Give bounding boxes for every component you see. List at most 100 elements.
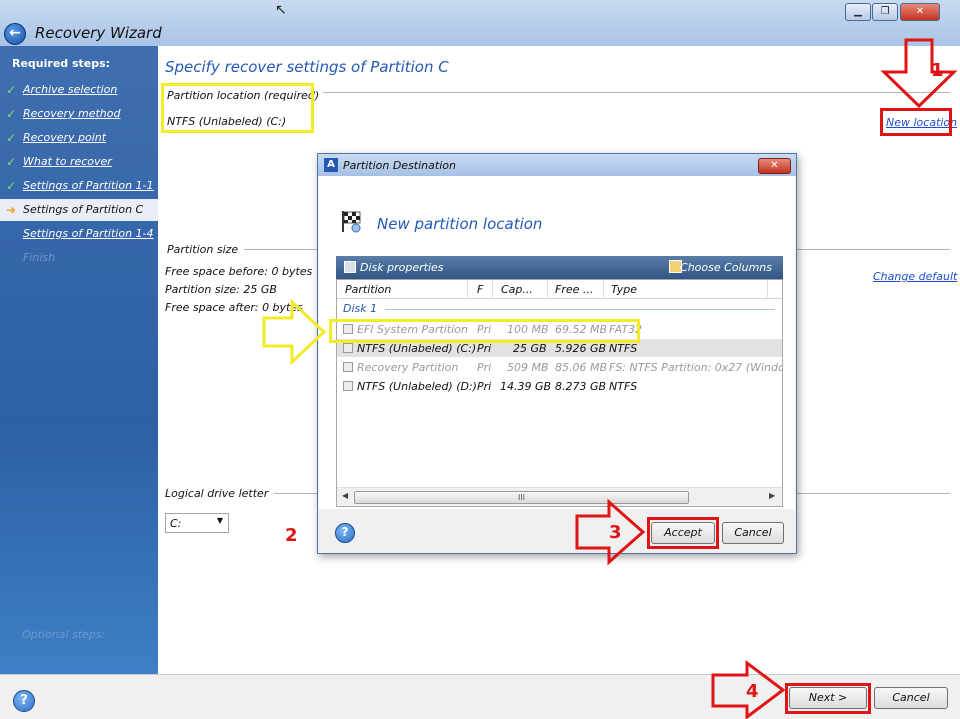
highlight-box bbox=[647, 517, 719, 549]
column-separator bbox=[767, 280, 768, 299]
cell-type: FS: NTFS Partition: 0x27 (Windows RE bbox=[609, 361, 782, 374]
annotation-arrow-down-icon bbox=[880, 38, 958, 109]
close-button[interactable]: ✕ bbox=[900, 3, 940, 21]
sidebar-item-recovery-point[interactable]: ✓ Recovery point bbox=[0, 127, 158, 149]
column-header-flags[interactable]: F bbox=[477, 283, 483, 296]
sidebar-item-settings-partition-1-4[interactable]: Settings of Partition 1-4 bbox=[0, 223, 158, 245]
step-number-1: 1 bbox=[931, 60, 944, 81]
sidebar-item-label: What to recover bbox=[23, 155, 112, 168]
column-separator bbox=[603, 280, 604, 299]
app-logo-icon: A bbox=[324, 158, 338, 172]
mouse-cursor-icon: ↖ bbox=[275, 2, 287, 18]
sidebar-item-label: Archive selection bbox=[23, 83, 118, 96]
column-header-capacity[interactable]: Cap... bbox=[501, 283, 533, 296]
disk-group-label: Disk 1 bbox=[343, 302, 378, 315]
highlight-box bbox=[329, 319, 640, 343]
highlight-box bbox=[161, 83, 314, 133]
annotation-arrow-right-icon bbox=[262, 298, 327, 366]
partition-destination-dialog: A Partition Destination ✕ New partition … bbox=[317, 153, 797, 554]
column-header-partition[interactable]: Partition bbox=[345, 283, 391, 296]
dialog-close-button[interactable]: ✕ bbox=[758, 158, 791, 174]
checkmark-icon: ✓ bbox=[6, 131, 17, 145]
maximize-button[interactable]: ❐ bbox=[872, 3, 898, 21]
checkmark-icon: ✓ bbox=[6, 107, 17, 121]
sidebar-item-what-to-recover[interactable]: ✓ What to recover bbox=[0, 151, 158, 173]
checkered-flag-icon bbox=[342, 211, 361, 233]
column-header-type[interactable]: Type bbox=[611, 283, 637, 296]
back-button[interactable]: ← bbox=[4, 23, 26, 45]
drive-letter-select[interactable]: C: ▼ bbox=[165, 513, 229, 533]
sidebar-item-archive-selection[interactable]: ✓ Archive selection bbox=[0, 79, 158, 101]
sidebar-item-label: Recovery point bbox=[23, 131, 107, 144]
table-row: Recovery Partition Pri 509 MB 85.06 MB F… bbox=[337, 358, 782, 376]
dialog-cancel-button[interactable]: Cancel bbox=[722, 522, 784, 544]
window-title: Recovery Wizard bbox=[35, 24, 162, 42]
help-icon[interactable]: ? bbox=[13, 690, 35, 712]
cell-capacity: 509 MB bbox=[507, 361, 549, 374]
partition-icon bbox=[343, 362, 353, 372]
disk-properties-button[interactable]: Disk properties bbox=[360, 261, 444, 274]
checkmark-icon: ✓ bbox=[6, 155, 17, 169]
back-arrow-icon: ← bbox=[9, 25, 21, 41]
choose-columns-button[interactable]: Choose Columns bbox=[680, 261, 772, 274]
cell-capacity: 25 GB bbox=[513, 342, 547, 355]
drive-letter-value: C: bbox=[170, 517, 182, 530]
column-separator bbox=[467, 280, 468, 299]
cell-type: NTFS bbox=[609, 342, 638, 355]
drive-letter-label: Logical drive letter bbox=[165, 487, 275, 500]
column-header-row: Partition F Cap... Free ... Type bbox=[337, 280, 782, 299]
sidebar-item-settings-partition-1-1[interactable]: ✓ Settings of Partition 1-1 bbox=[0, 175, 158, 197]
sidebar-item-label: Settings of Partition C bbox=[23, 203, 144, 216]
highlight-box bbox=[785, 683, 871, 714]
horizontal-scrollbar[interactable]: ◀ III ▶ bbox=[337, 487, 782, 506]
sidebar-item-settings-partition-c[interactable]: ➜ Settings of Partition C bbox=[0, 199, 158, 221]
column-header-free[interactable]: Free ... bbox=[555, 283, 593, 296]
partition-icon bbox=[343, 381, 353, 391]
highlight-box bbox=[880, 108, 952, 136]
cancel-button[interactable]: Cancel bbox=[874, 687, 948, 709]
change-default-link[interactable]: Change default bbox=[873, 270, 957, 283]
scroll-right-icon[interactable]: ▶ bbox=[769, 491, 775, 500]
table-row[interactable]: NTFS (Unlabeled) (D:) Pri 14.39 GB 8.273… bbox=[337, 377, 782, 395]
dialog-title: Partition Destination bbox=[343, 159, 456, 172]
partition-icon bbox=[343, 343, 353, 353]
cell-type: NTFS bbox=[609, 380, 638, 393]
sidebar-item-label: Recovery method bbox=[23, 107, 121, 120]
cell-capacity: 14.39 GB bbox=[500, 380, 552, 393]
dialog-toolbar: Disk properties Choose Columns bbox=[336, 256, 783, 279]
checkmark-icon: ✓ bbox=[6, 83, 17, 97]
step-number-2: 2 bbox=[285, 525, 298, 546]
optional-steps-heading: Optional steps: bbox=[22, 628, 106, 641]
partition-size-label: Partition size bbox=[167, 243, 245, 256]
cell-partition: NTFS (Unlabeled) (C:) bbox=[357, 342, 477, 355]
cell-free: 5.926 GB bbox=[555, 342, 607, 355]
sidebar-item-label: Finish bbox=[23, 251, 56, 264]
disk-properties-icon bbox=[344, 261, 356, 273]
arrow-right-icon: ➜ bbox=[6, 203, 17, 217]
sidebar-item-label: Settings of Partition 1-1 bbox=[23, 179, 154, 192]
cell-partition: Recovery Partition bbox=[357, 361, 459, 374]
free-space-before: Free space before: 0 bytes bbox=[165, 265, 313, 278]
cell-flags: Pri bbox=[477, 361, 492, 374]
cell-flags: Pri bbox=[477, 380, 492, 393]
sidebar-item-finish: Finish bbox=[0, 247, 158, 269]
required-steps-heading: Required steps: bbox=[12, 57, 111, 70]
cell-partition: NTFS (Unlabeled) (D:) bbox=[357, 380, 477, 393]
column-separator bbox=[492, 280, 493, 299]
help-icon[interactable]: ? bbox=[335, 523, 355, 543]
step-number-3: 3 bbox=[609, 522, 622, 543]
sidebar-item-label: Settings of Partition 1-4 bbox=[23, 227, 154, 240]
column-separator bbox=[547, 280, 548, 299]
sidebar-item-recovery-method[interactable]: ✓ Recovery method bbox=[0, 103, 158, 125]
partition-list: Partition F Cap... Free ... Type Disk 1 … bbox=[336, 279, 783, 507]
scroll-left-icon[interactable]: ◀ bbox=[342, 491, 348, 500]
minimize-button[interactable]: ▁ bbox=[845, 3, 871, 21]
checkmark-icon: ✓ bbox=[6, 179, 17, 193]
dialog-heading: New partition location bbox=[377, 215, 543, 233]
chevron-down-icon: ▼ bbox=[216, 516, 223, 525]
cell-flags: Pri bbox=[477, 342, 492, 355]
page-title: Specify recover settings of Partition C bbox=[165, 58, 449, 76]
disk-group-divider bbox=[385, 309, 775, 310]
cell-free: 8.273 GB bbox=[555, 380, 607, 393]
step-number-4: 4 bbox=[746, 681, 759, 702]
